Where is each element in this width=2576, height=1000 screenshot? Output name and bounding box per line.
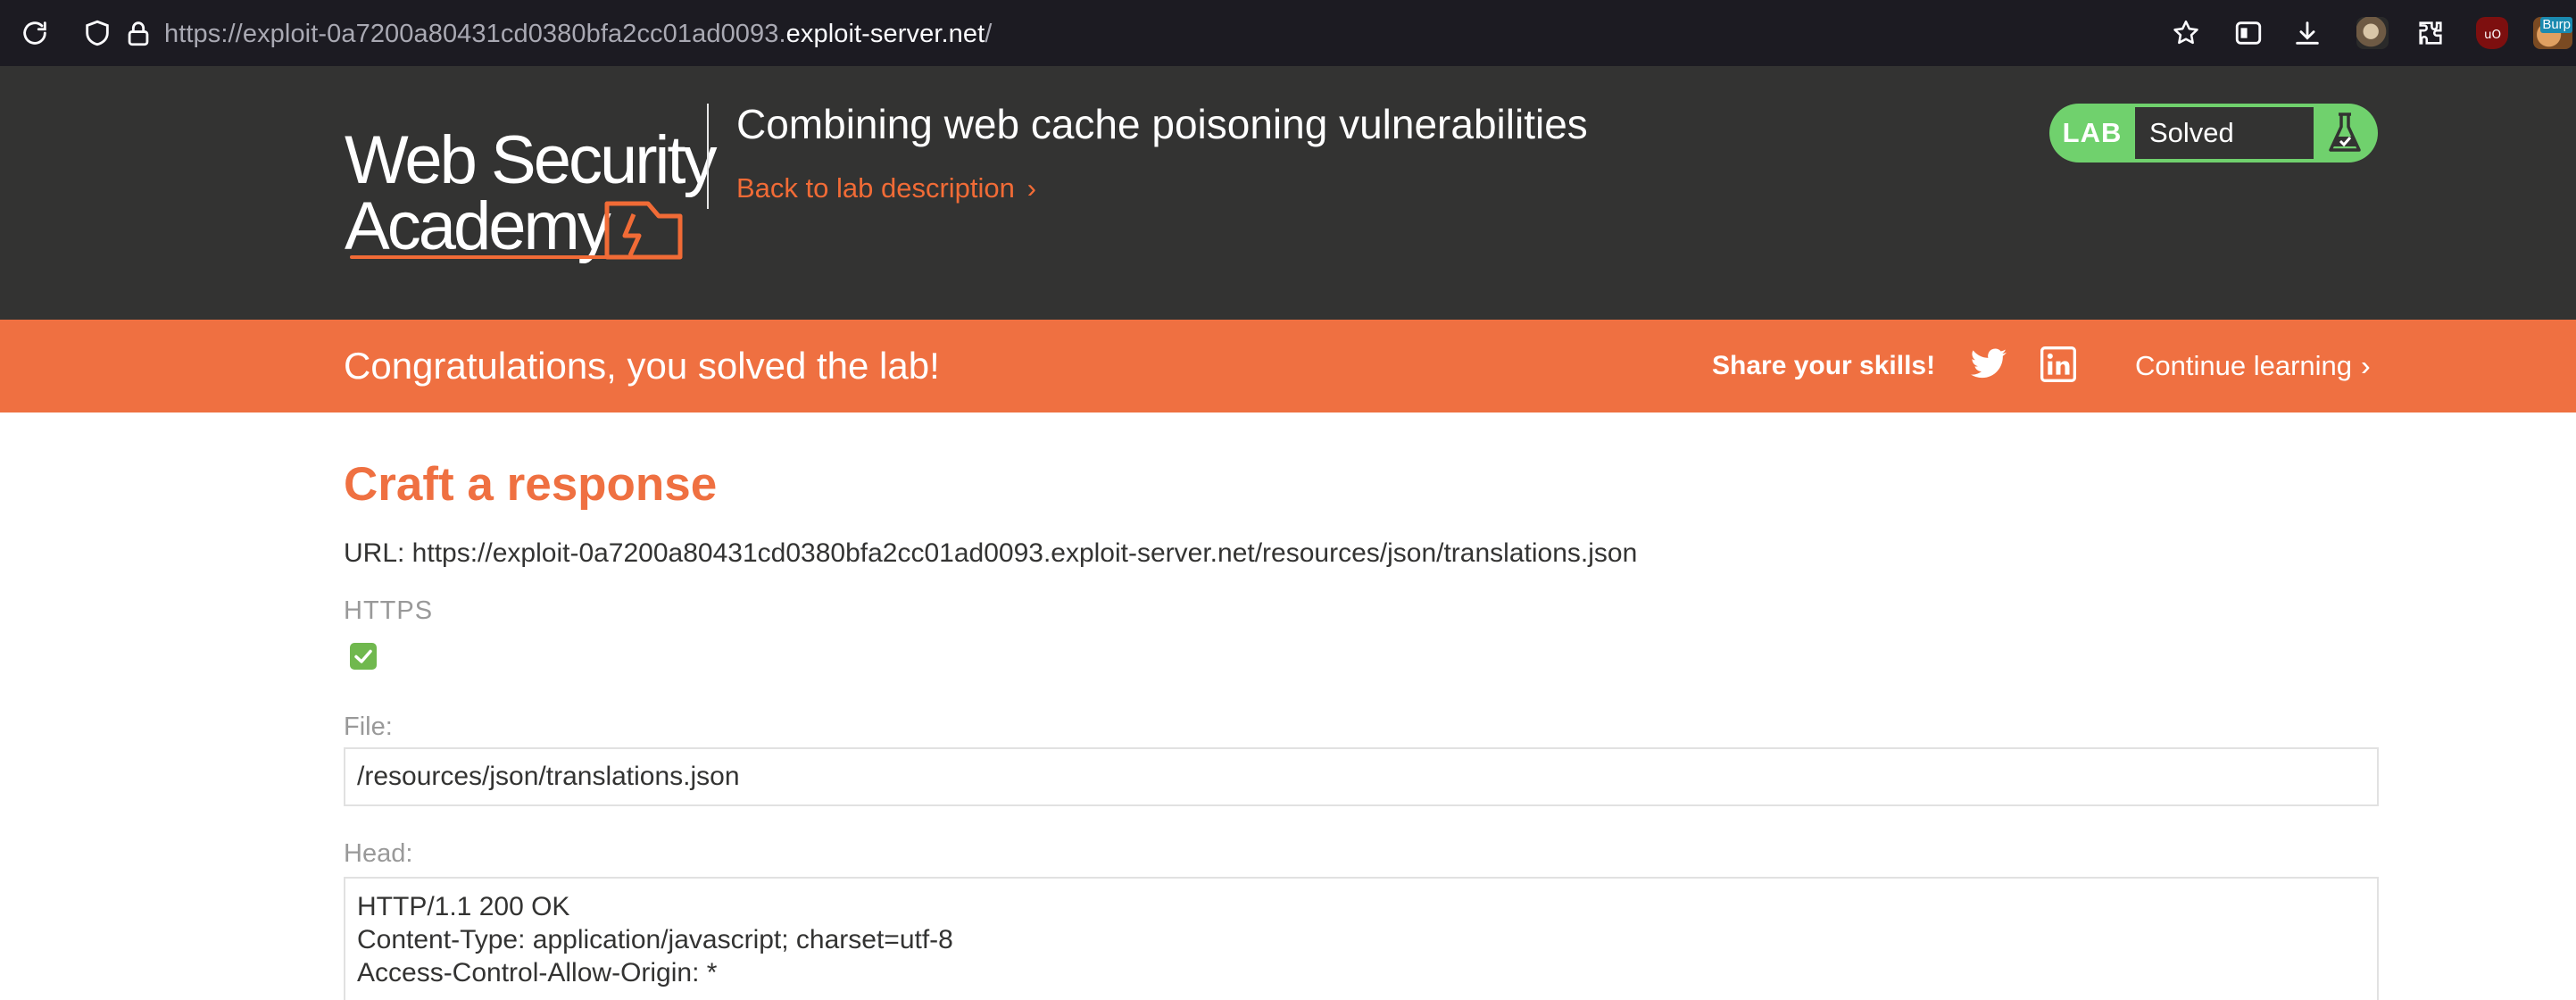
lab-status-widget: LAB Solved — [2049, 104, 2378, 162]
download-icon[interactable] — [2292, 18, 2323, 48]
flask-check-icon — [2329, 112, 2361, 152]
continue-learning-label: Continue learning — [2135, 350, 2353, 381]
extensions-puzzle-icon[interactable] — [2415, 18, 2446, 48]
logo-divider — [707, 104, 709, 209]
head-line: Content-Type: application/javascript; ch… — [357, 925, 953, 954]
web-security-academy-logo[interactable]: Web Security Academy — [345, 100, 718, 296]
congratulations-banner: Congratulations, you solved the lab! Sha… — [0, 320, 2576, 412]
response-url: URL: https://exploit-0a7200a80431cd0380b… — [344, 538, 1638, 568]
page-heading: Craft a response — [344, 458, 718, 511]
lab-badge: LAB — [2062, 117, 2123, 148]
sidebar-icon[interactable] — [2233, 18, 2264, 48]
lab-status-text: Solved — [2135, 107, 2314, 159]
logo-underline — [350, 255, 662, 259]
double-chevron-right-icon: ›› — [2361, 350, 2367, 381]
bookmark-star-icon[interactable] — [2171, 18, 2201, 48]
reload-icon[interactable] — [20, 18, 50, 48]
address-bar[interactable]: https://exploit-0a7200a80431cd0380bfa2cc… — [164, 16, 992, 52]
lab-title: Combining web cache poisoning vulnerabil… — [736, 101, 1588, 147]
continue-learning-link[interactable]: Continue learning ›› — [2135, 320, 2367, 412]
lab-header: Web Security Academy Combining web cache… — [0, 66, 2576, 320]
url-host: exploit-server.net — [785, 20, 985, 48]
https-checkbox[interactable] — [350, 643, 377, 670]
shield-icon[interactable] — [82, 18, 112, 48]
extension-avatar-icon[interactable] — [2356, 17, 2389, 49]
ublock-icon[interactable]: uO — [2476, 17, 2508, 49]
logo-line-1: Web Security — [345, 122, 718, 198]
https-label: HTTPS — [344, 596, 434, 625]
head-textarea[interactable]: HTTP/1.1 200 OK Content-Type: applicatio… — [344, 877, 2379, 1000]
logo-line-2: Academy — [345, 188, 611, 264]
back-to-lab-description-link[interactable]: Back to lab description›› — [736, 166, 1036, 212]
head-line: Access-Control-Allow-Origin: * — [357, 958, 718, 988]
checkmark-icon — [354, 649, 372, 663]
congratulations-message: Congratulations, you solved the lab! — [344, 345, 940, 387]
burp-extension-label: Burp — [2540, 17, 2572, 33]
linkedin-icon[interactable] — [2040, 346, 2076, 382]
head-line: HTTP/1.1 200 OK — [357, 892, 570, 921]
burp-extension-icon[interactable]: Burp — [2533, 17, 2572, 49]
url-prefix: https://exploit-0a7200a80431cd0380bfa2cc… — [164, 20, 786, 48]
url-suffix: / — [985, 20, 993, 48]
lock-icon[interactable] — [123, 18, 154, 48]
twitter-icon[interactable] — [1969, 348, 2008, 384]
file-input[interactable] — [344, 747, 2379, 806]
back-link-label: Back to lab description — [736, 172, 1015, 204]
browser-toolbar: https://exploit-0a7200a80431cd0380bfa2cc… — [0, 0, 2576, 66]
file-label: File: — [344, 712, 393, 741]
share-skills-label: Share your skills! — [1712, 351, 1936, 380]
svg-text:uO: uO — [2484, 28, 2501, 42]
head-label: Head: — [344, 839, 413, 868]
